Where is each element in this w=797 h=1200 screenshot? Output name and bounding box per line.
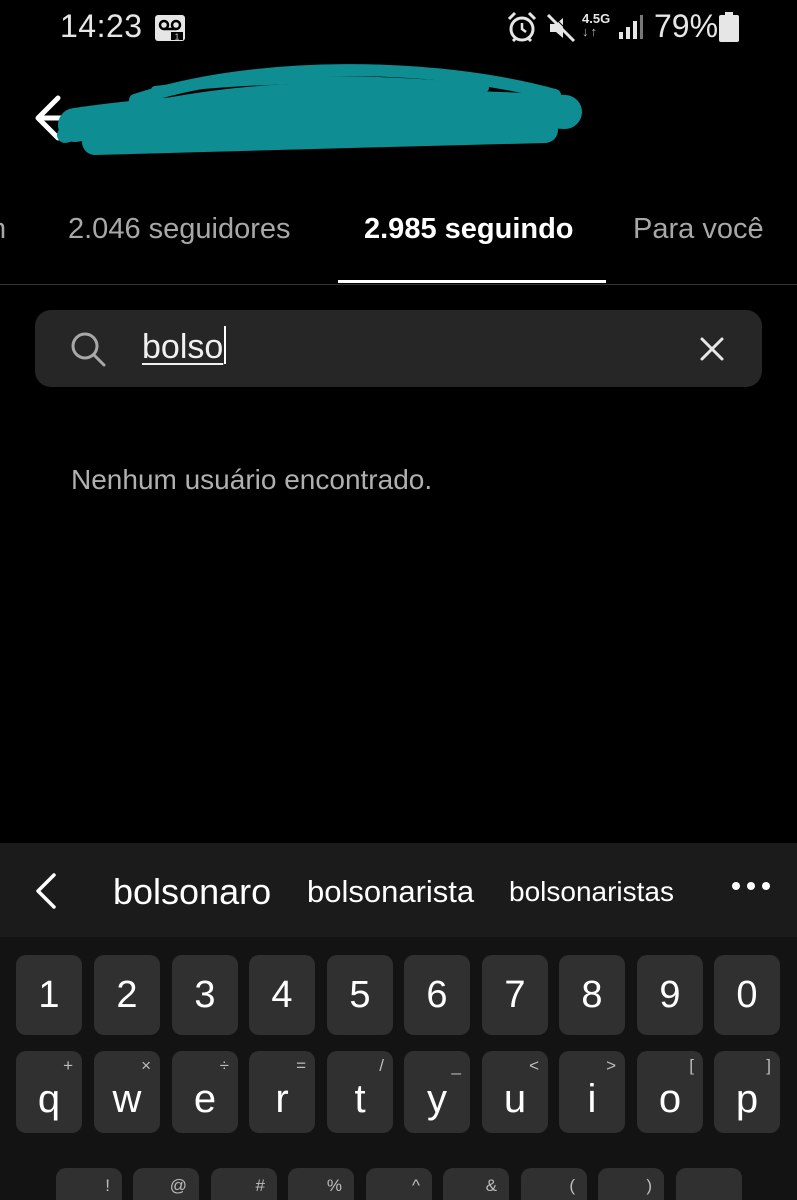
key-hint: ] [766,1056,771,1075]
svg-text:1: 1 [175,33,180,42]
network-type-icon: 4.5G ↓↑ [582,11,611,39]
chevron-left-icon[interactable] [30,871,64,911]
key-hint: × [141,1056,151,1075]
key-y[interactable]: _ y [404,1051,470,1133]
tab-followers[interactable]: 2.046 seguidores [68,213,291,246]
key-hint: ( [569,1176,575,1195]
key-label: q [37,1077,61,1121]
key-q[interactable]: + q [16,1051,82,1133]
key-5[interactable]: 5 [327,955,393,1035]
search-icon [71,332,106,367]
key-a[interactable]: ! [56,1168,122,1200]
key-f[interactable]: % [288,1168,354,1200]
key-label: u [503,1077,527,1121]
key-hint: _ [451,1056,461,1075]
more-options-icon[interactable] [731,879,771,893]
key-p[interactable]: ] p [714,1051,780,1133]
key-6[interactable]: 6 [404,955,470,1035]
key-hint: @ [169,1176,187,1195]
key-hint: ^ [412,1176,420,1195]
key-hint: ! [105,1176,110,1195]
key-1[interactable]: 1 [16,955,82,1035]
key-hint: = [296,1056,306,1075]
suggestion-item[interactable]: bolsonaristas [509,876,674,908]
tab-following[interactable]: 2.985 seguindo [364,213,574,246]
key-k[interactable]: ) [598,1168,664,1200]
key-label: w [112,1077,142,1121]
key-label: t [354,1077,366,1121]
key-o[interactable]: [o [637,1051,703,1133]
key-hint: [ [689,1056,694,1075]
search-input[interactable]: bolso [142,326,227,370]
key-t[interactable]: / t [327,1051,393,1133]
battery-percent: 79% [654,8,719,44]
key-hint: # [255,1176,265,1195]
key-hint: % [326,1176,342,1195]
keyboard-suggestion-bar: bolsonaro bolsonarista bolsonaristas [0,843,797,937]
suggestion-item[interactable]: bolsonaro [113,871,271,913]
key-d[interactable]: # [211,1168,277,1200]
key-9[interactable]: 9 [637,955,703,1035]
key-label: e [193,1077,217,1121]
suggestion-item[interactable]: bolsonarista [307,874,474,910]
text-caret [224,326,227,364]
key-label: p [735,1077,759,1121]
key-4[interactable]: 4 [249,955,315,1035]
key-8[interactable]: 8 [559,955,625,1035]
status-time: 14:23 [60,8,143,44]
battery-icon [719,12,739,42]
key-hint: < [529,1056,539,1075]
key-i[interactable]: > i [559,1051,625,1133]
key-hint: > [606,1056,616,1075]
key-label: r [275,1077,289,1121]
key-hint: & [485,1176,497,1195]
key-hint: / [379,1056,384,1075]
empty-results-message: Nenhum usuário encontrado. [71,464,433,495]
key-r[interactable]: = r [249,1051,315,1133]
key-hint: ÷ [219,1056,229,1075]
key-label: y [427,1077,447,1121]
key-label: o [658,1077,682,1121]
active-tab-indicator [338,280,606,283]
voicemail-icon: 1 [155,15,185,42]
close-icon[interactable] [697,334,727,364]
key-2[interactable]: 2 [94,955,160,1035]
search-field[interactable]: bolso [35,310,762,387]
key-hint: ) [646,1176,652,1195]
key-7[interactable]: 7 [482,955,548,1035]
key-h[interactable]: & [443,1168,509,1200]
mute-icon [546,12,577,43]
key-e[interactable]: ÷ e [172,1051,238,1133]
key-hint: + [63,1056,73,1075]
key-0[interactable]: 0 [714,955,780,1035]
signal-icon [619,15,643,39]
tab-for-you[interactable]: Para você [633,213,764,246]
key-s[interactable]: @ [133,1168,199,1200]
key-3[interactable]: 3 [172,955,238,1035]
tab-partial[interactable]: m [0,213,6,246]
key-label: i [587,1077,597,1121]
tabs-divider [0,284,797,285]
key-g[interactable]: ^ [366,1168,432,1200]
key-u[interactable]: < u [482,1051,548,1133]
key-j[interactable]: ( [521,1168,587,1200]
key-w[interactable]: × w [94,1051,160,1133]
username-redaction-scribble [57,64,582,155]
on-screen-keyboard: 1 2 3 4 5 6 7 8 9 0 + q × w ÷ e = r / t _ y < u… [0,937,797,1200]
alarm-icon [507,11,537,43]
key-l[interactable] [676,1168,742,1200]
profile-tabs: m 2.046 seguidores 2.985 seguindo Para v… [0,188,797,284]
